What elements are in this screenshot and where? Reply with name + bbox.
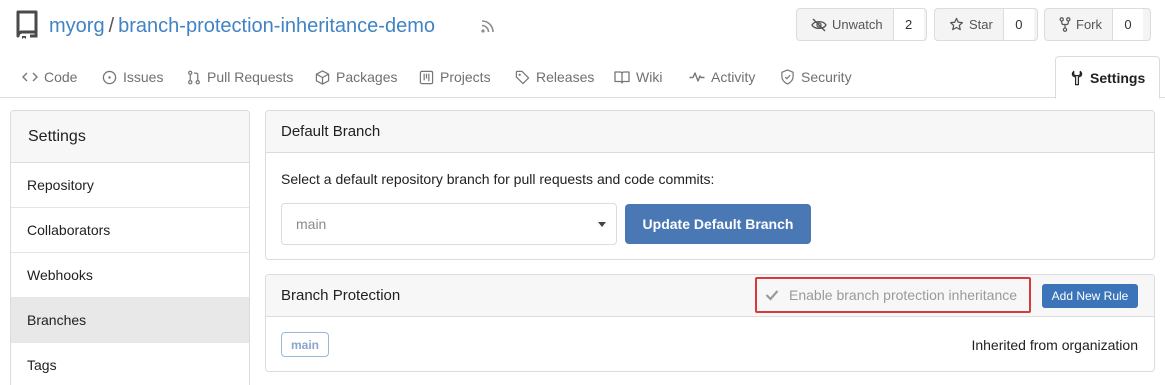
fork-count[interactable]: 0 [1113,9,1143,40]
sidebar-item-branches[interactable]: Branches [11,298,249,343]
sidebar-title: Settings [11,111,249,163]
unwatch-label: Unwatch [832,17,883,32]
tab-projects[interactable]: Projects [419,56,491,98]
inheritance-checkbox-label: Enable branch protection inheritance [789,287,1018,303]
default-branch-title: Default Branch [266,111,1154,153]
star-count[interactable]: 0 [1003,9,1034,40]
pulse-icon [689,72,705,82]
tag-icon [515,70,530,84]
repo-name-link[interactable]: branch-protection-inheritance-demo [118,15,435,37]
rss-icon[interactable] [480,18,496,34]
shield-icon [781,69,794,85]
repo-separator: / [108,15,115,37]
pull-request-icon [188,70,200,84]
tab-releases[interactable]: Releases [515,56,594,98]
tab-activity[interactable]: Activity [689,56,755,98]
repo-title: myorg / branch-protection-inheritance-demo [49,14,435,38]
watch-button-group: Unwatch 2 [796,8,927,41]
tab-releases-label: Releases [536,69,595,85]
tab-settings-label: Settings [1090,69,1146,86]
branch-protection-title: Branch Protection [281,287,401,304]
rule-status-text: Inherited from organization [971,337,1138,353]
default-branch-selected: main [296,216,327,232]
tab-issues[interactable]: Issues [102,56,163,98]
tab-activity-label: Activity [711,69,756,85]
projects-icon [419,70,434,84]
tab-projects-label: Projects [440,69,491,85]
sidebar-item-collaborators[interactable]: Collaborators [11,208,249,253]
fork-button-group: Fork 0 [1044,8,1151,41]
issues-icon [102,70,117,84]
eye-slash-icon [811,18,827,31]
update-default-branch-button[interactable]: Update Default Branch [625,204,811,244]
protected-branch-label[interactable]: main [281,332,330,357]
code-icon [22,72,38,82]
repo-icon [16,10,38,39]
sidebar-item-tags[interactable]: Tags [11,343,249,385]
star-button[interactable]: Star [935,9,1004,40]
default-branch-panel: Default Branch Select a default reposito… [265,110,1155,260]
star-icon [949,17,964,31]
tab-pull-requests-label: Pull Requests [207,69,294,85]
tab-wiki[interactable]: Wiki [614,56,662,98]
tools-icon [1071,70,1083,85]
tab-code[interactable]: Code [22,56,77,98]
inheritance-checkbox-container[interactable]: Enable branch protection inheritance [755,277,1031,313]
tab-packages-label: Packages [336,69,398,85]
watch-count[interactable]: 2 [893,9,924,40]
fork-label: Fork [1076,17,1102,32]
sidebar-item-repository[interactable]: Repository [11,163,249,208]
default-branch-description: Select a default repository branch for p… [281,171,715,187]
sidebar-item-webhooks[interactable]: Webhooks [11,253,249,298]
tab-security[interactable]: Security [780,56,852,98]
branch-protection-header: Branch Protection Enable branch protecti… [266,275,1154,317]
default-branch-select[interactable]: main [281,203,617,245]
package-icon [315,69,330,85]
star-button-group: Star 0 [934,8,1038,41]
fork-button[interactable]: Fork [1045,9,1113,40]
checkmark-icon[interactable] [765,289,779,301]
tab-settings[interactable]: Settings [1055,56,1161,99]
tab-security-label: Security [801,69,852,85]
add-new-rule-button[interactable]: Add New Rule [1042,284,1138,308]
repo-header: myorg / branch-protection-inheritance-demo… [0,0,1165,52]
caret-down-icon [598,222,606,227]
tab-wiki-label: Wiki [636,69,663,85]
tab-packages[interactable]: Packages [315,56,397,98]
settings-sidebar: Settings Repository Collaborators Webhoo… [10,110,250,385]
tab-pull-requests[interactable]: Pull Requests [187,56,293,98]
repo-tabs: Code Issues Pull Requests Packages Proje… [0,56,1165,99]
tab-issues-label: Issues [123,69,164,85]
tab-code-label: Code [44,69,78,85]
repo-owner-link[interactable]: myorg [49,15,105,37]
star-label: Star [969,17,993,32]
unwatch-button[interactable]: Unwatch [797,9,894,40]
branch-protection-panel: Branch Protection Enable branch protecti… [265,274,1155,372]
fork-icon [1059,17,1071,32]
book-icon [614,71,630,84]
